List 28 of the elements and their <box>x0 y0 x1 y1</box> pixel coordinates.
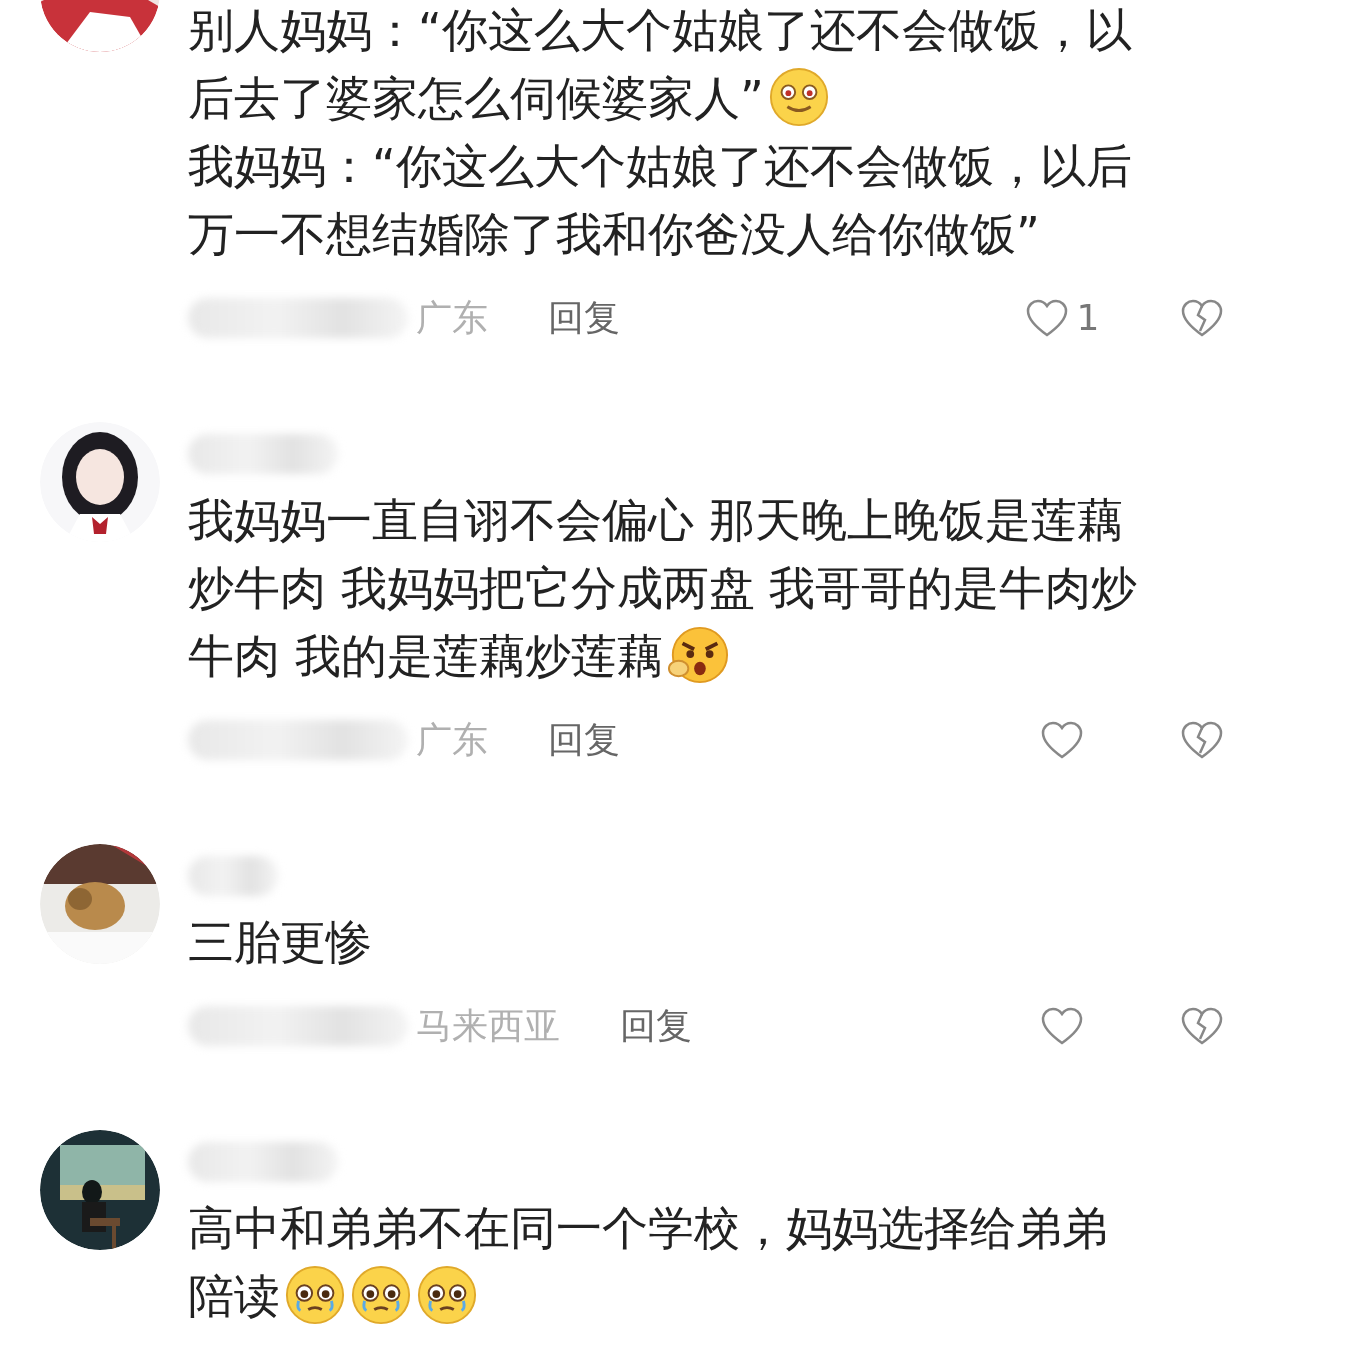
angry-emoji-icon <box>666 624 729 686</box>
comment-text: 我妈妈：“你这么大个姑娘了还不会做饭，以后 <box>188 139 1132 193</box>
reply-link[interactable]: 回复 <box>548 291 620 345</box>
reply-link[interactable]: 回复 <box>548 713 620 767</box>
crying-emoji-icon <box>350 1264 412 1326</box>
comment-text: 炒牛肉 我妈妈把它分成两盘 我哥哥的是牛肉炒 <box>188 561 1138 615</box>
blush-emoji-icon <box>767 66 830 128</box>
crying-emoji-icon <box>284 1264 346 1326</box>
broken-heart-icon[interactable] <box>1180 1006 1224 1046</box>
broken-heart-icon[interactable] <box>1180 720 1224 760</box>
comment-text: 万一不想结婚除了我和你爸没人给你做饭” <box>188 207 1040 261</box>
comment-text: 高中和弟弟不在同一个学校，妈妈选择给弟弟 <box>188 1201 1108 1255</box>
broken-heart-icon[interactable] <box>1180 298 1224 338</box>
like-count: 1 <box>1076 296 1100 340</box>
location-label: 马来西亚 <box>416 1004 560 1048</box>
crying-emoji-icon <box>416 1264 478 1326</box>
comment-text: 我妈妈一直自诩不会偏心 那天晚上晚饭是莲藕 <box>188 493 1123 547</box>
location-label: 广东 <box>416 296 488 340</box>
comment-text: 牛肉 我的是莲藕炒莲藕 <box>188 629 663 683</box>
comment-text: 陪读 <box>188 1269 280 1323</box>
comment-text: 三胎更惨 <box>188 915 372 969</box>
reply-link[interactable]: 回复 <box>620 999 692 1053</box>
heart-icon[interactable] <box>1040 1006 1084 1046</box>
comment-text: 别人妈妈：“你这么大个姑娘了还不会做饭，以 <box>188 3 1132 57</box>
heart-icon[interactable] <box>1040 720 1084 760</box>
heart-icon[interactable] <box>1024 298 1069 338</box>
comment-text: 后去了婆家怎么伺候婆家人” <box>188 71 764 125</box>
location-label: 广东 <box>416 718 488 762</box>
